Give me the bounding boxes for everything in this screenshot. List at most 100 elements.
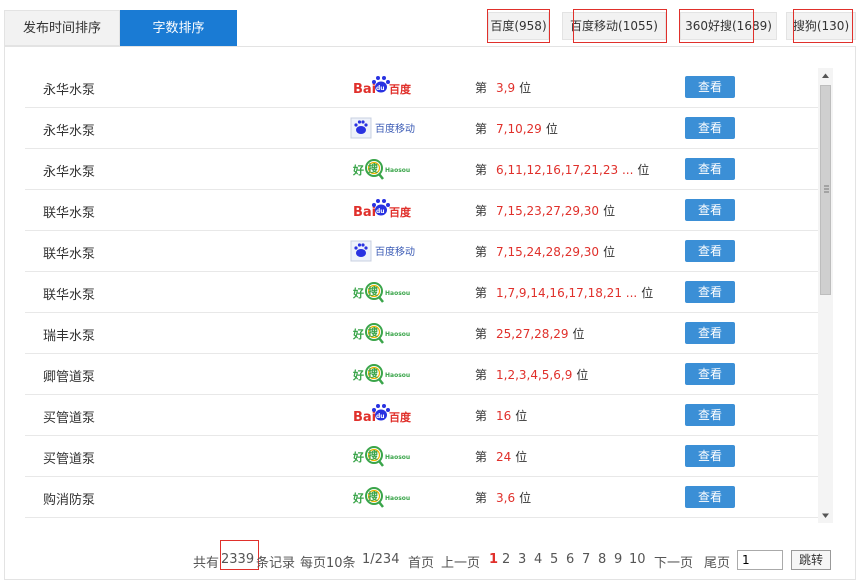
haosou-logo-en: Haosou	[385, 290, 410, 297]
view-button[interactable]: 查看	[685, 76, 735, 98]
haosou-logo-icon: 好搜 Haosou	[352, 159, 410, 180]
page-link[interactable]: 2	[502, 552, 510, 567]
baidu-mobile-logo-text: 百度移动	[375, 122, 415, 135]
results-list[interactable]: 永华水泵 Bai du 百度第 3,9 位查看 永华水泵 百度移动第 7,10,29 位查看 永华水…	[25, 67, 820, 519]
table-row: 卿管道泵 好搜 Haosou 第 1,2,3,4,5,6,9 位 查看	[25, 354, 820, 395]
jump-page-input[interactable]	[737, 550, 783, 570]
rank-numbers: 1,7,9,14,16,17,18,21 ...	[496, 286, 638, 300]
total-count: 2339	[221, 552, 255, 567]
view-button[interactable]: 查看	[685, 117, 735, 139]
page-link[interactable]: 3	[518, 552, 526, 567]
page-link[interactable]: 7	[582, 552, 590, 567]
pagination: 共有 2339 条记录 每页10条 1/234 首页 上一页 1 2 3 4 5…	[0, 540, 860, 574]
total-prefix: 共有	[193, 556, 220, 571]
keyword: 买管道泵	[43, 411, 96, 426]
paw-icon	[350, 117, 372, 139]
baidu-logo: Bai du 百度	[325, 74, 415, 100]
view-button[interactable]: 查看	[685, 158, 735, 180]
haosou-logo-hao: 好	[352, 450, 364, 464]
rank-suffix: 位	[641, 286, 654, 300]
engine-filter-baidu-mobile[interactable]: 百度移动(1055)	[562, 9, 667, 43]
page-link[interactable]: 5	[550, 552, 558, 567]
engine-filter-sogou[interactable]: 搜狗(130)	[786, 9, 856, 43]
table-row: 永华水泵 百度移动 第 7,10,29 位 查看	[25, 108, 820, 149]
haosou-logo-hao: 好	[352, 368, 364, 382]
haosou-logo-icon: 好搜 Haosou	[352, 487, 410, 508]
rank-numbers: 7,10,29	[496, 122, 542, 136]
last-page-link[interactable]: 尾页	[704, 552, 730, 571]
scroll-down-arrow-icon[interactable]	[818, 508, 833, 523]
rank-prefix: 第	[475, 286, 488, 300]
rank-values: 6,11,12,16,17,21,23 ... 位	[496, 161, 649, 178]
next-page-link[interactable]: 下一页	[654, 552, 693, 571]
keyword: 联华水泵	[43, 247, 96, 262]
engine-count: (1689)	[732, 19, 772, 33]
results-panel: 永华水泵 Bai du 百度第 3,9 位查看 永华水泵 百度移动第 7,10,29 位查看 永华水…	[4, 46, 856, 580]
haosou-logo-en: Haosou	[385, 495, 410, 502]
rank-values: 3,6 位	[496, 489, 531, 506]
view-button[interactable]: 查看	[685, 199, 735, 221]
page-link[interactable]: 8	[598, 552, 606, 567]
rank-prefix: 第	[475, 163, 488, 177]
haosou-logo-sou: 搜	[368, 285, 379, 298]
view-button[interactable]: 查看	[685, 240, 735, 262]
page-link[interactable]: 9	[614, 552, 622, 567]
keyword: 联华水泵	[43, 288, 96, 303]
haosou-logo-hao: 好	[352, 163, 364, 177]
prev-page-link[interactable]: 上一页	[441, 552, 480, 571]
table-row: 买管道泵 好搜 Haosou 第 24 位 查看	[25, 436, 820, 477]
view-button[interactable]: 查看	[685, 363, 735, 385]
vertical-scrollbar[interactable]	[818, 68, 833, 523]
rank-values: 24 位	[496, 448, 527, 465]
rank-values: 3,9 位	[496, 79, 531, 96]
rank-suffix: 位	[637, 163, 650, 177]
engine-name: 百度移动	[570, 19, 619, 33]
page-link[interactable]: 6	[566, 552, 574, 567]
table-row: 购消防泵 好搜 Haosou 第 3,6 位 查看	[25, 477, 820, 518]
view-button[interactable]: 查看	[685, 322, 735, 344]
haosou-logo-icon: 好搜 Haosou	[352, 446, 410, 467]
engine-count: (130)	[816, 19, 850, 33]
rank-suffix: 位	[519, 491, 532, 505]
table-row: 联华水泵 Bai du 百度 第 7,15,23,27,29,30 位 查看	[25, 190, 820, 231]
rank-numbers: 25,27,28,29	[496, 327, 569, 341]
jump-button[interactable]: 跳转	[791, 550, 831, 570]
baidu-logo-icon: Bai du 百度	[353, 404, 412, 425]
engine-filter-360[interactable]: 360好搜(1689)	[679, 9, 777, 43]
page-link[interactable]: 10	[629, 552, 646, 567]
baidu-logo: Bai du 百度	[325, 402, 415, 428]
baidu-logo-cn: 百度	[389, 410, 412, 424]
table-row: 联华水泵 百度移动 第 7,15,24,28,29,30 位 查看	[25, 231, 820, 272]
baidu-logo-text: Bai	[353, 82, 376, 97]
keyword: 购消防泵	[43, 493, 96, 508]
first-page-link[interactable]: 首页	[408, 552, 434, 571]
rank-prefix: 第	[475, 81, 488, 95]
rank-values: 1,2,3,4,5,6,9 位	[496, 366, 588, 383]
view-button[interactable]: 查看	[685, 281, 735, 303]
baidu-logo-icon: Bai du 百度	[353, 76, 412, 97]
view-button[interactable]: 查看	[685, 486, 735, 508]
keyword: 永华水泵	[43, 165, 96, 180]
baidu-mobile-logo-text: 百度移动	[375, 245, 415, 258]
haosou-logo-icon: 好搜 Haosou	[352, 364, 410, 385]
engine-filter-baidu[interactable]: 百度(958)	[487, 9, 550, 43]
scroll-thumb[interactable]	[820, 85, 831, 295]
keyword: 买管道泵	[43, 452, 96, 467]
view-button[interactable]: 查看	[685, 404, 735, 426]
rank-suffix: 位	[515, 450, 528, 464]
rank-values: 16 位	[496, 407, 527, 424]
haosou-logo: 好搜 Haosou	[325, 156, 415, 182]
per-page: 每页10条	[300, 556, 356, 571]
page-link[interactable]: 4	[534, 552, 542, 567]
table-row: 永华水泵 Bai du 百度 第 3,9 位 查看	[25, 67, 820, 108]
rank-suffix: 位	[576, 368, 589, 382]
view-button[interactable]: 查看	[685, 445, 735, 467]
haosou-logo-en: Haosou	[385, 454, 410, 461]
table-row: 联华水泵 好搜 Haosou 第 1,7,9,14,16,17,18,21 ... 位 查看	[25, 272, 820, 313]
scroll-up-arrow-icon[interactable]	[818, 68, 833, 83]
haosou-logo-hao: 好	[352, 491, 364, 505]
rank-prefix: 第	[475, 245, 488, 259]
baidu-logo-paw-text: du	[376, 413, 385, 420]
keyword: 瑞丰水泵	[43, 329, 96, 344]
rank-numbers: 1,2,3,4,5,6,9	[496, 368, 573, 382]
